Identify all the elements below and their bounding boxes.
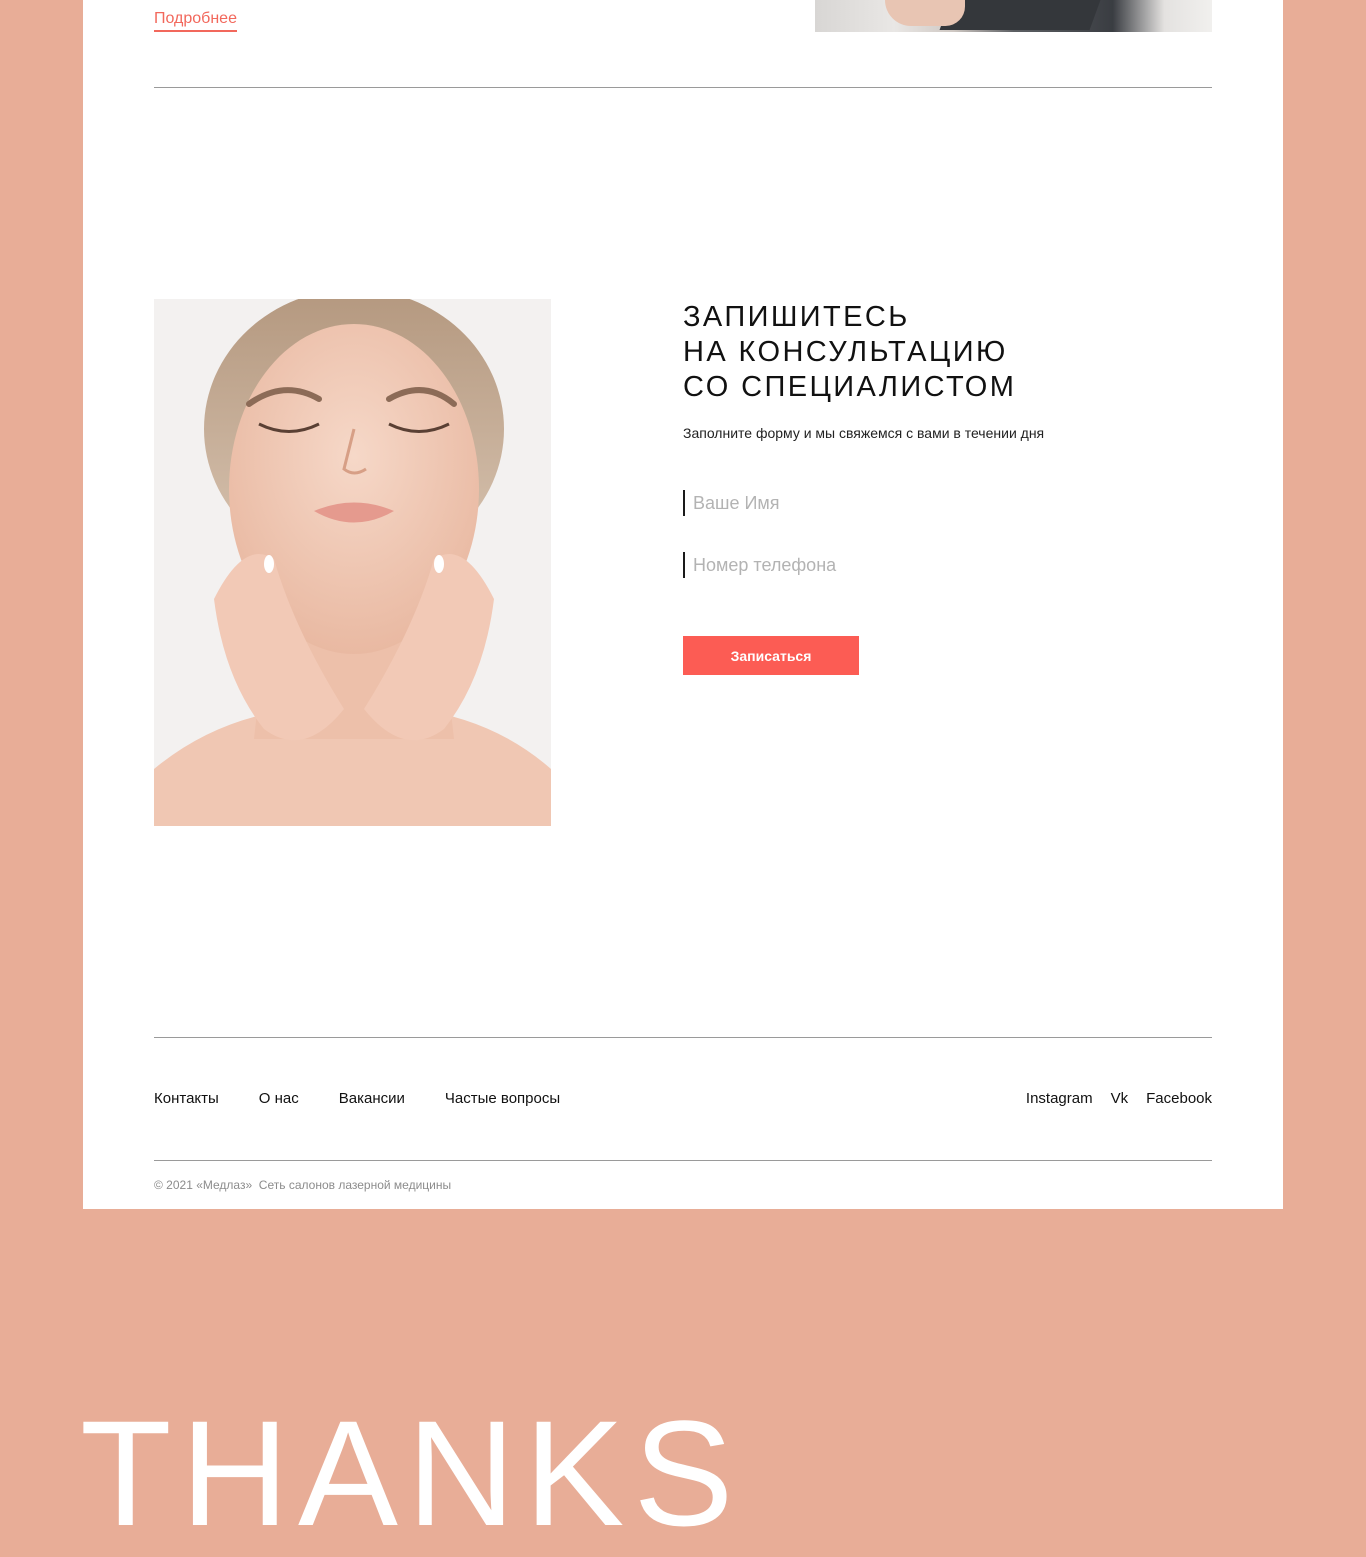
submit-button[interactable]: Записаться <box>683 636 859 675</box>
form-title-line: СО СПЕЦИАЛИСТОМ <box>683 371 1017 403</box>
divider <box>154 87 1212 88</box>
consultation-form: ЗАПИШИТЕСЬ НА КОНСУЛЬТАЦИЮ СО СПЕЦИАЛИСТ… <box>683 300 1203 675</box>
footer-nav: Контакты О нас Вакансии Частые вопросы <box>154 1090 600 1107</box>
social-link-instagram[interactable]: Instagram <box>1026 1090 1093 1107</box>
thanks-heading: THANKS <box>80 1389 743 1557</box>
footer-link-contacts[interactable]: Контакты <box>154 1090 219 1107</box>
more-link[interactable]: Подробнее <box>154 10 237 32</box>
footer-link-about[interactable]: О нас <box>259 1090 299 1107</box>
name-input[interactable] <box>693 489 1173 517</box>
social-link-facebook[interactable]: Facebook <box>1146 1090 1212 1107</box>
social-links: Instagram Vk Facebook <box>1008 1090 1212 1107</box>
form-title: ЗАПИШИТЕСЬ НА КОНСУЛЬТАЦИЮ СО СПЕЦИАЛИСТ… <box>683 300 1203 405</box>
form-subtitle: Заполните форму и мы свяжемся с вами в т… <box>683 425 1045 441</box>
form-title-line: НА КОНСУЛЬТАЦИЮ <box>683 336 1008 368</box>
doctor-photo-fragment <box>815 0 1212 32</box>
form-title-line: ЗАПИШИТЕСЬ <box>683 301 910 333</box>
phone-field-wrapper <box>683 551 1203 579</box>
footer-link-faq[interactable]: Частые вопросы <box>445 1090 560 1107</box>
text-cursor <box>683 552 685 578</box>
divider <box>154 1037 1212 1038</box>
divider <box>154 1160 1212 1161</box>
copyright-text: © 2021 «Медлаз» Сеть салонов лазерной ме… <box>154 1178 452 1192</box>
name-field-wrapper <box>683 489 1203 517</box>
page-sheet: Подробнее ЗАПИШИТЕСЬ НА КОНСУЛЬТАЦИЮ СО … <box>83 0 1283 1209</box>
text-cursor <box>683 490 685 516</box>
portrait-image <box>154 299 551 826</box>
phone-input[interactable] <box>693 551 1173 579</box>
social-link-vk[interactable]: Vk <box>1111 1090 1129 1107</box>
footer-link-vacancies[interactable]: Вакансии <box>339 1090 405 1107</box>
